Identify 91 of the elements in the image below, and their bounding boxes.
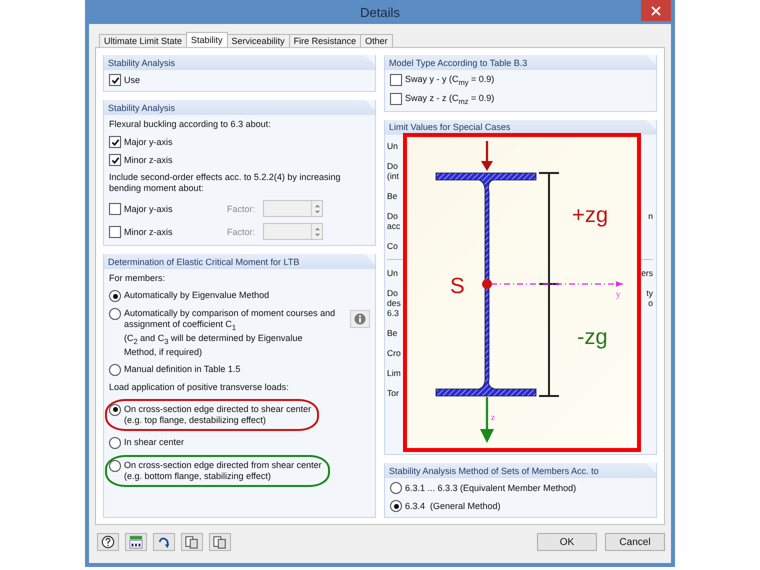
ok-button[interactable]: OK <box>537 533 597 551</box>
label-fragment: n <box>648 210 653 221</box>
tab[interactable]: Fire Resistance <box>288 34 362 47</box>
window-title: Details <box>360 4 400 20</box>
radio-option[interactable]: Manual definition in Table 1.5 <box>109 364 240 376</box>
radio-button[interactable] <box>390 500 402 512</box>
dimension-label: -zg <box>577 324 608 349</box>
tab[interactable]: Serviceability <box>226 34 290 47</box>
label-fragment: ty <box>646 288 653 298</box>
tab[interactable]: Ultimate Limit State <box>99 34 188 47</box>
axis-label: z <box>491 412 495 422</box>
checkbox-option[interactable]: Minor z-axis <box>109 154 370 166</box>
label-fragment: des <box>387 298 401 308</box>
close-icon <box>651 6 661 16</box>
label-fragment: ers <box>641 268 653 278</box>
label-fragment: Do <box>387 288 399 298</box>
checkbox-option[interactable]: Sway z - z (C$_{mz}$ = 0.9) <box>390 92 651 106</box>
radio-option[interactable]: On cross-section edge directed to shear center (e.g. top flange, destabilizing effect) <box>109 404 312 426</box>
radio-option[interactable]: 6.3.4 (General Method) <box>390 500 651 512</box>
radio-button[interactable] <box>109 436 121 449</box>
radio-option[interactable]: On cross-section edge directed from shear center (e.g. bottom flange, stabilizing effect) <box>109 460 322 482</box>
label-fragment: Be <box>387 190 398 201</box>
radio-button[interactable] <box>109 404 121 416</box>
curved-arrow-icon <box>157 535 171 549</box>
axis-arrow <box>480 397 494 443</box>
radio-option[interactable]: Automatically by Eigenvalue Method <box>109 290 270 302</box>
checkbox-option[interactable]: Sway y - y (C$_{my}$ = 0.9) <box>390 74 651 87</box>
description-text: Load application of positive transverse loads: <box>109 382 290 393</box>
label-fragment: Un <box>387 140 398 151</box>
label-fragment: Be <box>387 328 398 338</box>
checkbox[interactable] <box>109 74 121 86</box>
panel-title: Limit Values for Special Cases <box>389 122 510 132</box>
label-fragment: Cro <box>387 348 401 358</box>
checkbox-option[interactable]: Major y-axis <box>109 136 370 148</box>
document-icon <box>213 535 227 549</box>
checkbox[interactable] <box>109 154 121 166</box>
info-button[interactable] <box>350 310 370 328</box>
label-fragment: acc <box>387 220 400 231</box>
toolbar-button[interactable] <box>209 533 231 551</box>
checkbox[interactable] <box>390 93 402 106</box>
radio-option[interactable]: 6.3.1 ... 6.3.3 (Equivalent Member Method) <box>390 482 651 494</box>
dimension-label: +zg <box>572 202 608 227</box>
spin-arrows-icon[interactable] <box>314 202 320 214</box>
panel-title: Determination of Elastic Critical Moment for LTB <box>108 256 300 266</box>
document-icon <box>185 535 199 549</box>
label-fragment: Lim <box>387 368 401 378</box>
cancel-button[interactable]: Cancel <box>605 533 665 551</box>
radio-button[interactable] <box>109 460 121 472</box>
radio-button[interactable] <box>109 290 121 302</box>
spin-arrows-icon[interactable] <box>314 226 320 238</box>
shear-center-dot <box>482 279 492 289</box>
label-fragment: o <box>648 298 653 308</box>
toolbar-button[interactable] <box>125 533 147 551</box>
label-fragment: 6.3 <box>387 308 400 318</box>
point-label: S <box>450 273 465 298</box>
label-fragment: Do <box>387 210 399 221</box>
panel-title: Stability Analysis <box>108 102 176 112</box>
radio-button[interactable] <box>109 308 121 320</box>
panel-title: Stability Analysis <box>108 58 176 68</box>
close-button[interactable] <box>641 0 671 21</box>
label-fragment: Do <box>387 160 399 171</box>
help-icon <box>101 535 115 549</box>
factor-label: Factor: <box>227 204 256 214</box>
help-button[interactable] <box>97 533 119 551</box>
radio-button[interactable] <box>390 482 402 494</box>
toolbar-button[interactable] <box>153 533 175 551</box>
radio-option[interactable]: Automatically by comparison of moment courses and assignment of coefficient C$_{1}$ (C$_{2}$ and C$_{3}$ will be determined by Eigenvalue Method, if required) <box>109 308 336 358</box>
label-fragment: Tor <box>387 388 399 398</box>
label-fragment: (int <box>387 170 399 181</box>
factor-spin-field[interactable] <box>263 200 323 217</box>
radio-button[interactable] <box>109 364 121 376</box>
info-icon <box>354 313 366 325</box>
checkbox[interactable] <box>390 74 402 86</box>
panel-title: Stability Analysis Method of Sets of Members Acc. to <box>389 466 599 476</box>
factor-label: Factor: <box>227 226 256 236</box>
tab[interactable]: Stability <box>186 32 228 47</box>
checkbox[interactable] <box>109 136 121 148</box>
panel-title: Model Type According to Table B.3 <box>389 58 528 68</box>
description-text: For members: <box>109 273 166 284</box>
decimal-icon <box>129 535 143 549</box>
tab[interactable]: Other <box>360 34 393 47</box>
factor-spin-field[interactable] <box>263 223 323 240</box>
description-text: Flexural buckling according to 6.3 about: <box>109 119 272 130</box>
radio-option[interactable]: In shear center <box>109 436 184 449</box>
axis-label: y <box>616 289 620 299</box>
load-arrow <box>481 141 493 171</box>
label-fragment: Un <box>387 268 398 278</box>
checkbox-option[interactable]: Use <box>109 74 370 86</box>
label-fragment: Co <box>387 240 398 251</box>
toolbar-button[interactable] <box>181 533 203 551</box>
description-text: Include second-order effects acc. to 5.2.2(4) by increasing bending moment about: <box>109 172 342 194</box>
